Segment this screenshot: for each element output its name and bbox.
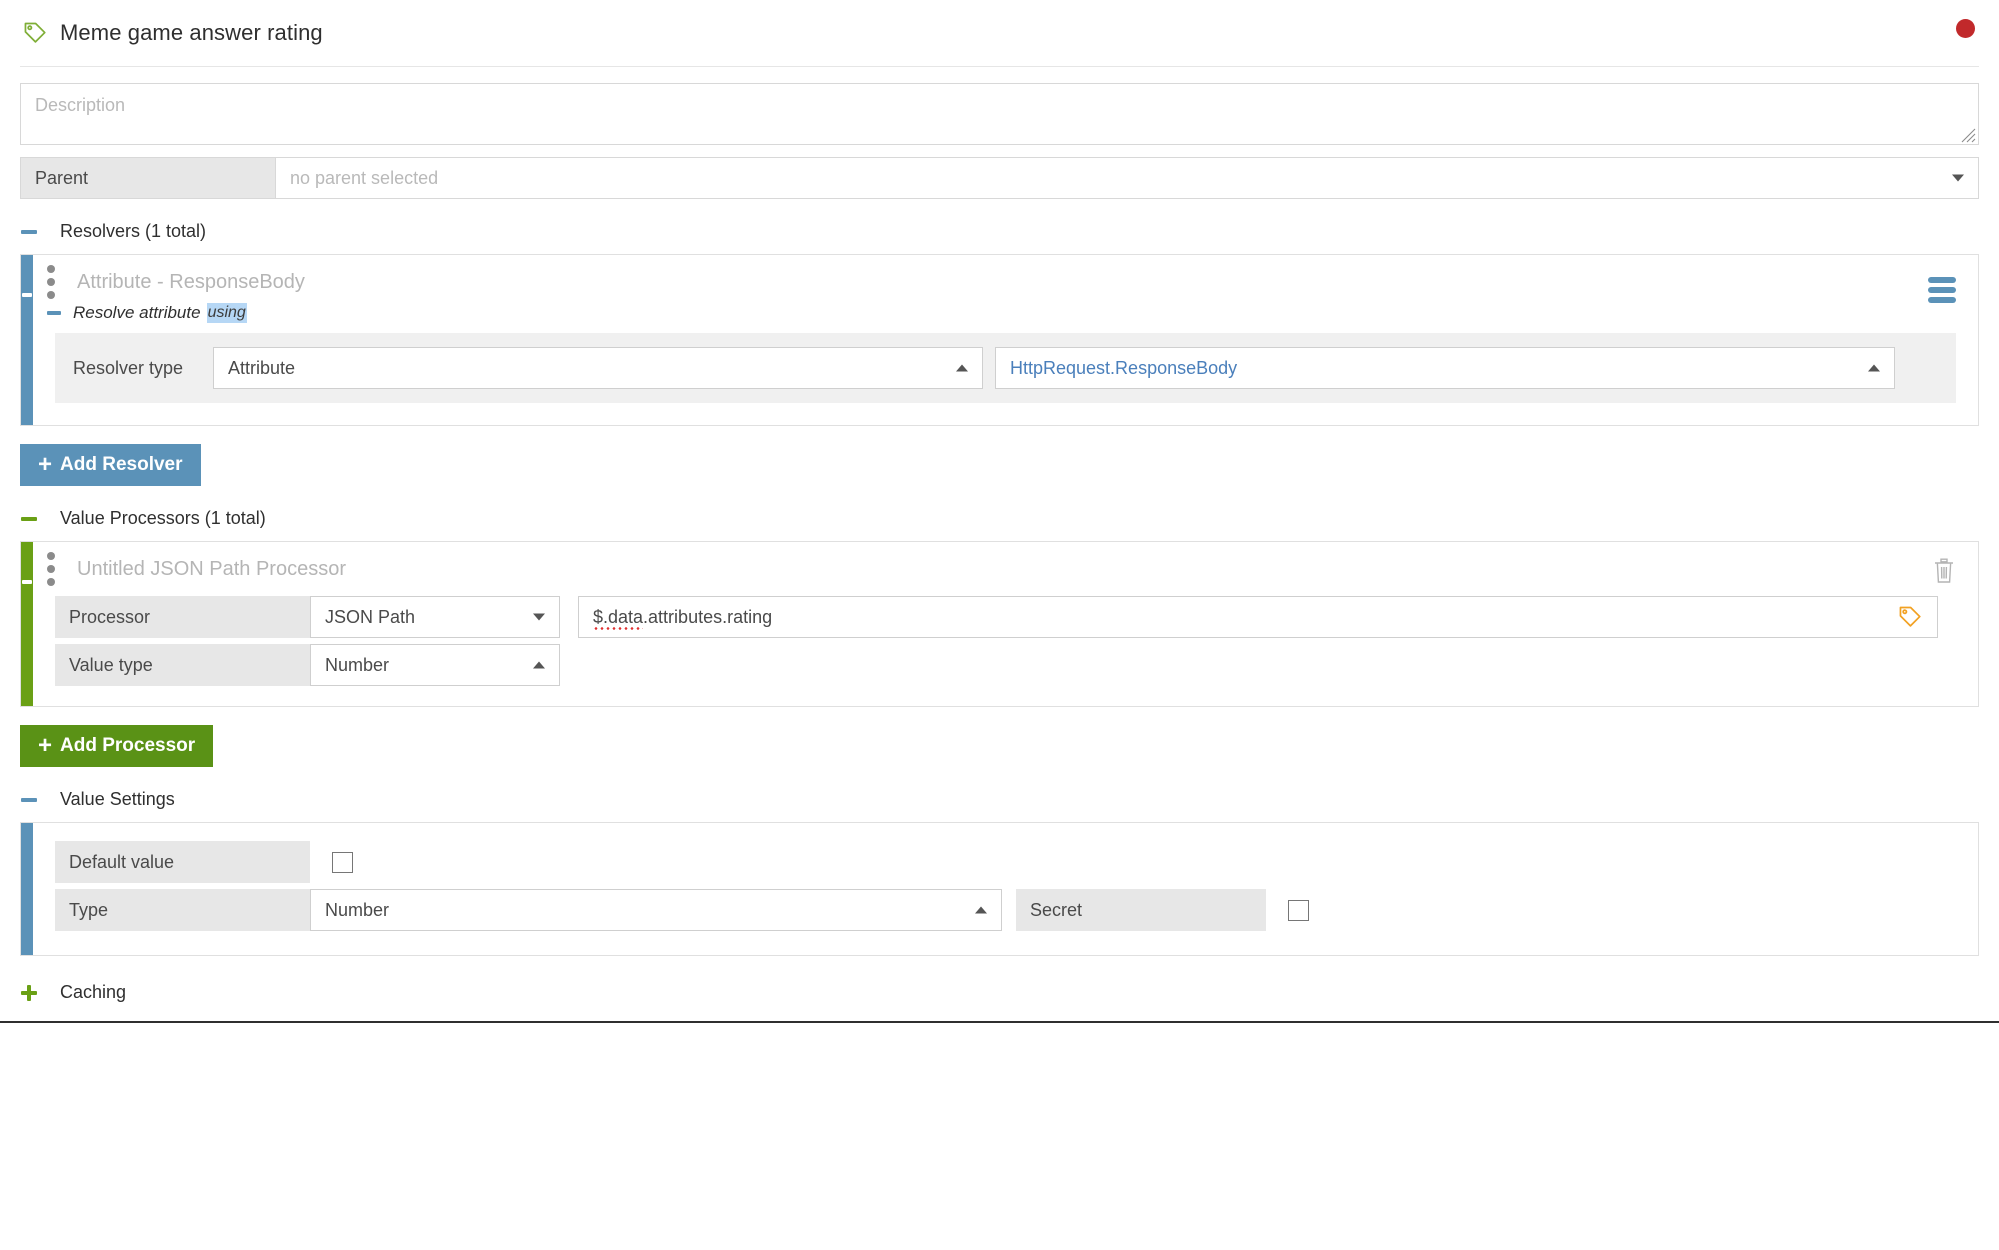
resolver-source-value: HttpRequest.ResponseBody xyxy=(1010,357,1238,378)
description-input[interactable]: Description xyxy=(20,83,1979,145)
secret-checkbox[interactable] xyxy=(1288,899,1309,921)
tag-icon xyxy=(22,20,48,46)
processor-row-controls: Number xyxy=(310,644,560,686)
resolver-collapse-toggle[interactable] xyxy=(22,293,32,297)
collapse-toggle-value-settings[interactable] xyxy=(20,797,38,802)
value-type-value: Number xyxy=(325,654,390,675)
page-header: Meme game answer rating xyxy=(0,0,1999,66)
processor-row-label: Processor xyxy=(55,596,310,638)
plus-icon xyxy=(21,984,37,1001)
add-resolver-label: Add Resolver xyxy=(60,454,183,475)
tag-icon[interactable] xyxy=(1897,604,1923,630)
resolver-type-label: Resolver type xyxy=(73,357,184,378)
processor-row: Value type Number xyxy=(55,644,1956,686)
secret-label: Secret xyxy=(1016,889,1266,931)
processor-collapse-toggle[interactable] xyxy=(22,580,32,584)
section-label-value-settings: Value Settings xyxy=(60,789,175,809)
property-editor-page: Meme game answer rating Description Pare… xyxy=(0,0,1999,1250)
chevron-up-icon xyxy=(975,906,987,914)
bottom-divider xyxy=(0,1021,1999,1023)
plus-icon: + xyxy=(38,451,53,478)
parent-label: Parent xyxy=(21,158,276,198)
type-select[interactable]: Number xyxy=(310,889,1002,931)
processor-row-controls: JSON Path $.data.attributes.rating xyxy=(310,596,1938,638)
section-label-caching: Caching xyxy=(60,982,127,1002)
resolver-type-value: Attribute xyxy=(228,357,296,378)
description-section: Description xyxy=(0,67,1999,145)
section-header-value-settings[interactable]: Value Settings xyxy=(20,789,1999,810)
chevron-up-icon xyxy=(533,661,545,669)
menu-icon[interactable] xyxy=(1928,277,1956,307)
value-type-select[interactable]: Number xyxy=(310,644,560,686)
resolver-card-body: Attribute - ResponseBody Resolve attribu… xyxy=(33,255,1978,425)
collapse-toggle-resolvers[interactable] xyxy=(20,229,38,234)
add-processor-label: Add Processor xyxy=(60,735,196,756)
type-controls: Number Secret xyxy=(310,889,1309,931)
processor-rows: Processor JSON Path $.data.attributes.ra… xyxy=(33,596,1978,706)
drag-handle-icon[interactable] xyxy=(47,265,55,299)
section-header-caching[interactable]: Caching xyxy=(20,982,1999,1003)
section-header-processors[interactable]: Value Processors (1 total) xyxy=(20,508,1999,529)
resize-handle[interactable] xyxy=(1958,125,1976,143)
processor-card-body: Untitled JSON Path Processor Processor J… xyxy=(33,542,1978,706)
default-value-label: Default value xyxy=(55,841,310,883)
add-resolver-button[interactable]: + Add Resolver xyxy=(20,444,201,486)
drag-handle-icon[interactable] xyxy=(47,552,55,586)
description-placeholder: Description xyxy=(35,95,126,115)
json-path-input[interactable]: $.data.attributes.rating xyxy=(578,596,1938,638)
processor-type-value: JSON Path xyxy=(325,606,416,627)
plus-icon: + xyxy=(38,732,53,759)
default-value-checkbox[interactable] xyxy=(332,851,353,873)
default-value-row: Default value xyxy=(55,841,1956,883)
parent-placeholder: no parent selected xyxy=(290,167,439,188)
chevron-down-icon xyxy=(1952,174,1964,182)
processor-row: Processor JSON Path $.data.attributes.ra… xyxy=(55,596,1956,638)
resolver-fields-panel: Resolver type Attribute HttpRequest.Resp… xyxy=(55,333,1956,403)
status-badge[interactable] xyxy=(1956,19,1975,38)
collapse-toggle-processors[interactable] xyxy=(20,516,38,521)
delete-icon[interactable] xyxy=(1932,558,1956,584)
processor-type-select[interactable]: JSON Path xyxy=(310,596,560,638)
value-settings-accent-bar xyxy=(21,823,33,955)
processor-title-row: Untitled JSON Path Processor xyxy=(33,542,1978,596)
subhead-collapse-toggle[interactable] xyxy=(47,311,61,315)
resolver-type-select[interactable]: Attribute xyxy=(213,347,983,389)
page-title: Meme game answer rating xyxy=(60,20,323,45)
processor-title[interactable]: Untitled JSON Path Processor xyxy=(77,558,346,581)
resolver-accent-bar xyxy=(21,255,33,425)
json-path-rest: .attributes.rating xyxy=(643,606,773,627)
processor-row-label: Value type xyxy=(55,644,310,686)
json-path-value: $.data.attributes.rating xyxy=(593,607,772,628)
resolver-type-row: Resolver type Attribute HttpRequest.Resp… xyxy=(73,347,1938,389)
expand-toggle-caching[interactable] xyxy=(20,984,38,1001)
value-settings-card: Default value Type Number Secret xyxy=(20,822,1979,956)
processor-card: Untitled JSON Path Processor Processor J… xyxy=(20,541,1979,707)
spellcheck-error: $.data xyxy=(593,606,644,627)
value-settings-body: Default value Type Number Secret xyxy=(33,823,1978,955)
default-value-controls xyxy=(310,841,353,883)
parent-row: Parent no parent selected xyxy=(20,157,1979,199)
section-header-resolvers[interactable]: Resolvers (1 total) xyxy=(20,221,1999,242)
chevron-up-icon xyxy=(1868,364,1880,372)
add-processor-button[interactable]: + Add Processor xyxy=(20,725,214,767)
resolver-title[interactable]: Attribute - ResponseBody xyxy=(77,271,305,294)
type-label: Type xyxy=(55,889,310,931)
resolver-source-select[interactable]: HttpRequest.ResponseBody xyxy=(995,347,1895,389)
resolver-card: Attribute - ResponseBody Resolve attribu… xyxy=(20,254,1979,426)
parent-select[interactable]: no parent selected xyxy=(276,158,1978,198)
section-label-processors: Value Processors (1 total) xyxy=(60,508,266,528)
resolver-title-row: Attribute - ResponseBody xyxy=(33,255,1978,309)
type-row: Type Number Secret xyxy=(55,889,1956,931)
chevron-up-icon xyxy=(956,364,968,372)
type-value: Number xyxy=(325,899,390,920)
section-label-resolvers: Resolvers (1 total) xyxy=(60,221,207,241)
processor-accent-bar xyxy=(21,542,33,706)
chevron-down-icon xyxy=(533,613,545,621)
